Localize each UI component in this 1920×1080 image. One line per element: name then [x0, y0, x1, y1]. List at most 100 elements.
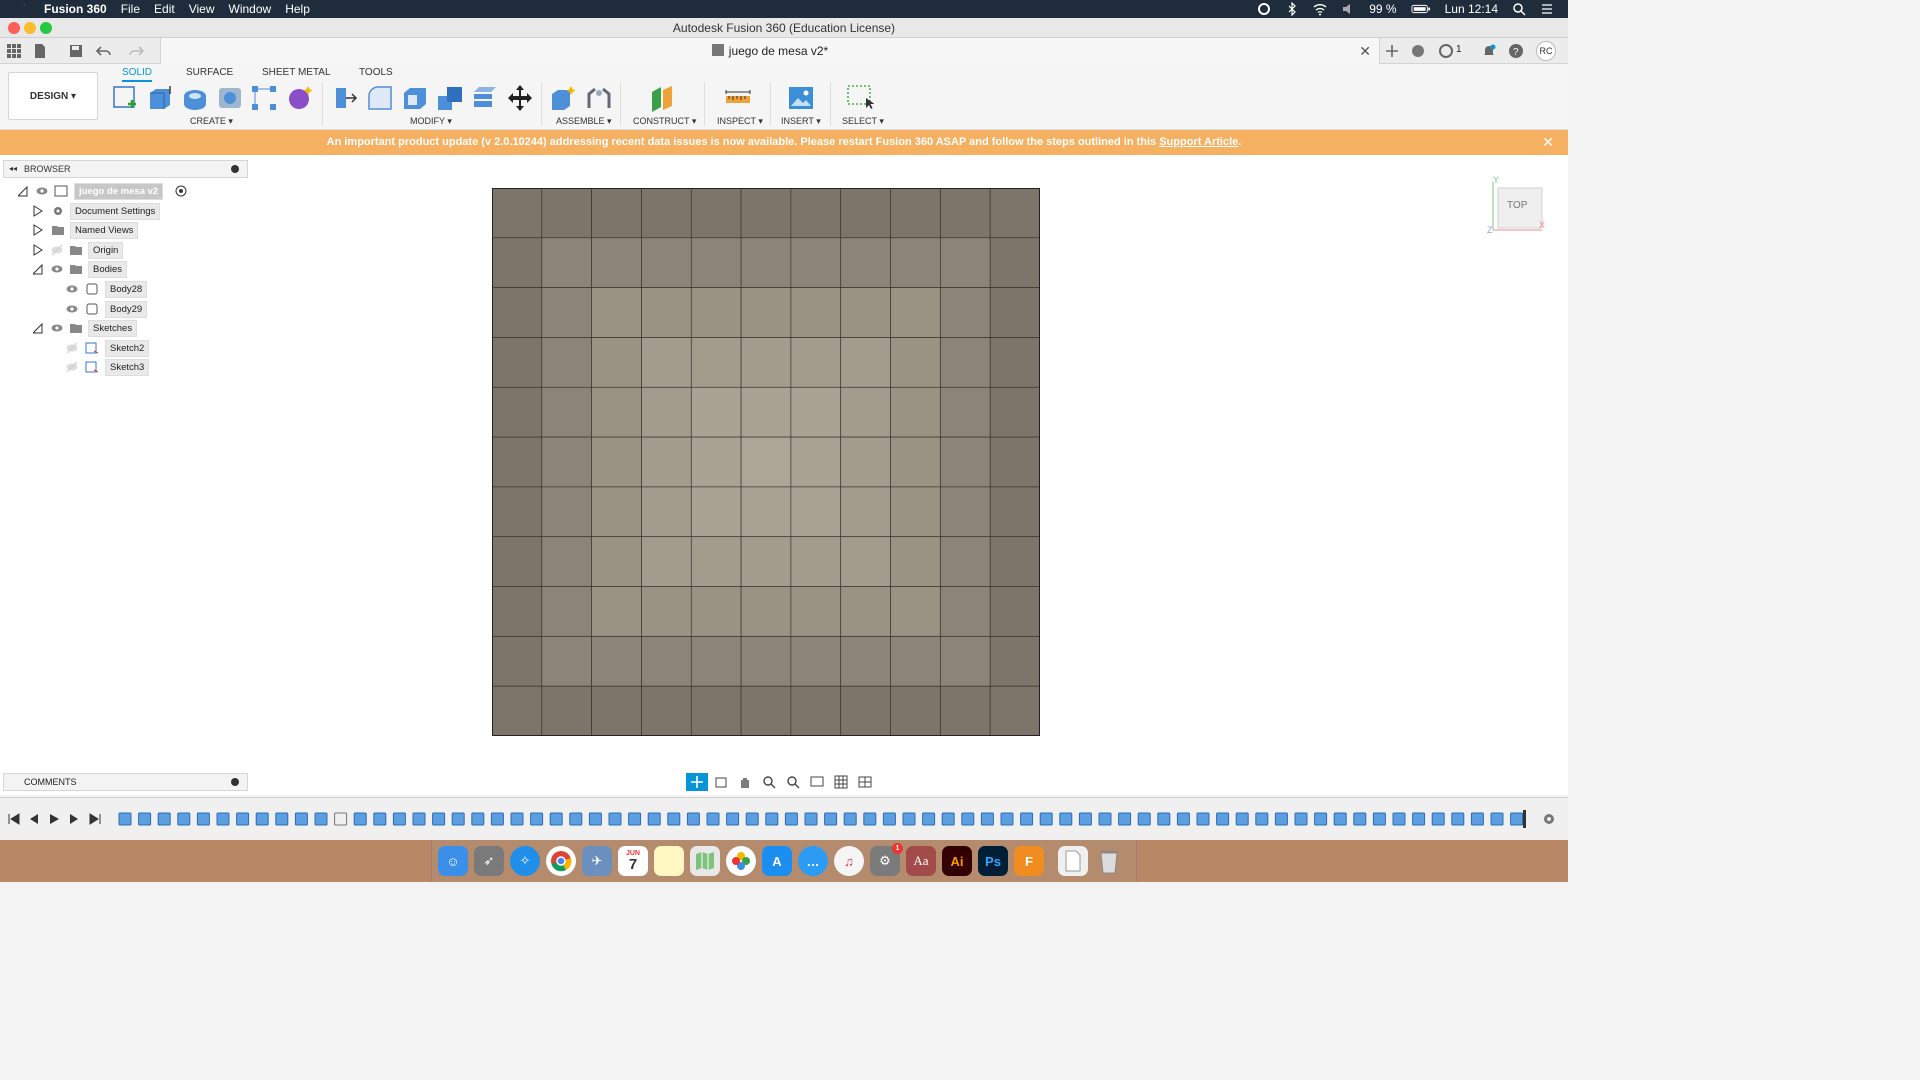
board-tile[interactable] — [541, 287, 592, 338]
save-icon[interactable] — [68, 43, 84, 59]
bluetooth-icon[interactable] — [1285, 2, 1299, 16]
dictionary-icon[interactable]: Aa — [906, 846, 936, 876]
timeline-feature-icon[interactable] — [824, 812, 838, 826]
timeline-feature-icon[interactable] — [294, 812, 308, 826]
timeline-feature-icon[interactable] — [216, 812, 230, 826]
board-tile[interactable] — [740, 287, 792, 338]
board-tile[interactable] — [541, 536, 592, 587]
board-tile[interactable] — [890, 636, 941, 687]
timeline-feature-icon[interactable] — [922, 812, 936, 826]
timeline-feature-icon[interactable] — [432, 812, 446, 826]
board-tile[interactable] — [541, 188, 592, 239]
board-tile[interactable] — [541, 386, 592, 438]
timeline-feature-icon[interactable] — [353, 812, 367, 826]
board-tile[interactable] — [740, 237, 792, 288]
timeline-feature-icon[interactable] — [530, 812, 544, 826]
tree-row-bodies[interactable]: Bodies — [33, 260, 233, 278]
board-tile[interactable] — [840, 287, 891, 338]
board-tile[interactable] — [690, 237, 742, 288]
combine-icon[interactable] — [436, 84, 464, 112]
board-tile[interactable] — [492, 237, 543, 288]
new-component-icon[interactable] — [549, 84, 577, 112]
timeline-feature-icon[interactable] — [412, 812, 426, 826]
timeline-feature-icon[interactable] — [1392, 812, 1406, 826]
timeline-feature-icon[interactable] — [1314, 812, 1328, 826]
board-tile[interactable] — [890, 536, 941, 587]
board-tile[interactable] — [591, 436, 642, 488]
menu-edit[interactable]: Edit — [154, 2, 175, 16]
volume-icon[interactable] — [1341, 2, 1355, 16]
collapsed-triangle-icon[interactable] — [33, 224, 43, 236]
timeline-feature-icon[interactable] — [706, 812, 720, 826]
board-tile[interactable] — [989, 337, 1040, 388]
close-tab-icon[interactable]: ✕ — [1359, 38, 1371, 64]
board-tile[interactable] — [840, 188, 891, 239]
timeline-feature-icon[interactable] — [882, 812, 896, 826]
board-tile[interactable] — [989, 237, 1040, 288]
expanded-triangle-icon[interactable] — [33, 322, 43, 334]
preview-icon[interactable]: ✈ — [582, 846, 612, 876]
board-tile[interactable] — [790, 536, 842, 587]
timeline-feature-icon[interactable] — [275, 812, 289, 826]
trash-icon[interactable] — [1094, 846, 1124, 876]
tree-row-sketch3[interactable]: Sketch3 — [64, 358, 264, 376]
insert-group-label[interactable]: INSERT ▾ — [781, 116, 821, 127]
board-tile[interactable] — [740, 436, 792, 488]
board-tile[interactable] — [890, 586, 941, 637]
board-tile[interactable] — [790, 188, 842, 239]
finder-icon[interactable]: ☺ — [438, 846, 468, 876]
board-tile[interactable] — [492, 536, 543, 587]
timeline-feature-icon[interactable] — [196, 812, 210, 826]
select-group-label[interactable]: SELECT ▾ — [842, 116, 884, 127]
timeline-feature-icon[interactable] — [549, 812, 563, 826]
user-avatar[interactable]: RC — [1536, 41, 1556, 61]
board-tile[interactable] — [591, 337, 642, 388]
board-tile[interactable] — [740, 685, 792, 736]
battery-percent[interactable]: 99 % — [1369, 2, 1396, 16]
file-menu-icon[interactable] — [32, 43, 48, 59]
calendar-icon[interactable]: JUN 7 — [618, 846, 648, 876]
board-tile[interactable] — [641, 237, 692, 288]
menu-help[interactable]: Help — [285, 2, 310, 16]
timeline-feature-icon[interactable] — [1000, 812, 1014, 826]
help-icon[interactable]: ? — [1508, 43, 1524, 59]
board-tile[interactable] — [641, 685, 692, 736]
timeline-feature-icon[interactable] — [490, 812, 504, 826]
notifications-icon[interactable] — [1481, 43, 1497, 59]
board-tile[interactable] — [492, 486, 543, 538]
board-tile[interactable] — [940, 188, 991, 239]
system-preferences-icon[interactable]: ⚙ 1 — [870, 843, 903, 876]
board-tile[interactable] — [492, 586, 543, 637]
app-menu-name[interactable]: Fusion 360 — [44, 2, 107, 16]
clock[interactable]: Lun 12:14 — [1445, 2, 1498, 16]
board-tile[interactable] — [591, 287, 642, 338]
photos-icon[interactable] — [726, 846, 756, 876]
board-tile[interactable] — [840, 636, 891, 687]
expanded-triangle-icon[interactable] — [33, 263, 43, 275]
board-tile[interactable] — [740, 337, 792, 388]
timeline-feature-icon[interactable] — [902, 812, 916, 826]
board-tile[interactable] — [492, 636, 543, 687]
workspace-switcher[interactable]: DESIGN ▾ — [8, 72, 98, 120]
board-tile[interactable] — [890, 685, 941, 736]
board-tile[interactable] — [890, 287, 941, 338]
board-tile[interactable] — [940, 237, 991, 288]
timeline-feature-icon[interactable] — [726, 812, 740, 826]
board-tile[interactable] — [740, 486, 792, 538]
timeline-feature-icon[interactable] — [451, 812, 465, 826]
timeline-feature-icon[interactable] — [1157, 812, 1171, 826]
expanded-triangle-icon[interactable] — [18, 185, 28, 197]
joint-icon[interactable] — [585, 84, 613, 112]
create-group-label[interactable]: CREATE ▾ — [190, 116, 233, 127]
timeline-feature-icon[interactable] — [667, 812, 681, 826]
tree-row-named-views[interactable]: Named Views — [33, 221, 233, 239]
safari-icon[interactable]: ✧ — [510, 846, 540, 876]
board-tile[interactable] — [591, 237, 642, 288]
board-tile[interactable] — [690, 536, 742, 587]
visibility-eye-icon[interactable] — [36, 185, 48, 197]
tree-row-body29[interactable]: Body29 — [64, 300, 264, 318]
timeline-feature-icon[interactable] — [686, 812, 700, 826]
board-tile[interactable] — [740, 386, 792, 438]
rectangular-pattern-icon[interactable] — [250, 84, 278, 112]
measure-icon[interactable] — [724, 84, 752, 112]
